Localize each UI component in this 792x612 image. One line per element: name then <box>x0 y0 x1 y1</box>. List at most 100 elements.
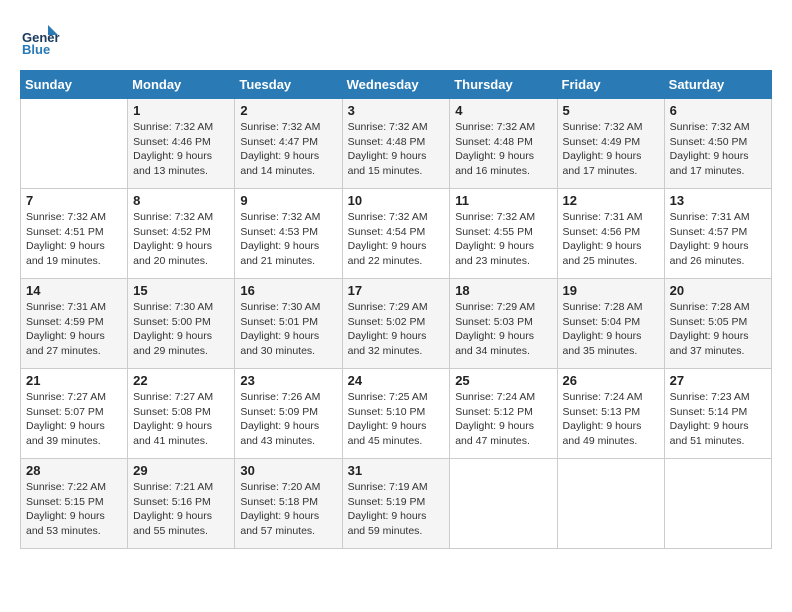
day-number: 22 <box>133 373 229 388</box>
header: General Blue <box>20 20 772 60</box>
day-number: 25 <box>455 373 551 388</box>
day-info: Sunrise: 7:32 AMSunset: 4:55 PMDaylight:… <box>455 210 551 269</box>
day-info: Sunrise: 7:31 AMSunset: 4:56 PMDaylight:… <box>563 210 659 269</box>
calendar-cell: 28 Sunrise: 7:22 AMSunset: 5:15 PMDayligh… <box>21 459 128 549</box>
calendar-cell: 17 Sunrise: 7:29 AMSunset: 5:02 PMDayligh… <box>342 279 450 369</box>
day-number: 12 <box>563 193 659 208</box>
calendar-week-4: 21Sunrise: 7:27 AMSunset: 5:07 PMDayligh… <box>21 369 772 459</box>
day-number: 8 <box>133 193 229 208</box>
day-info: Sunrise: 7:32 AMSunset: 4:53 PMDaylight:… <box>240 210 336 269</box>
calendar-cell: 21Sunrise: 7:27 AMSunset: 5:07 PMDayligh… <box>21 369 128 459</box>
day-info: Sunrise: 7:24 AMSunset: 5:13 PMDaylight:… <box>563 390 659 449</box>
day-number: 29 <box>133 463 229 478</box>
weekday-thursday: Thursday <box>450 71 557 99</box>
day-number: 1 <box>133 103 229 118</box>
day-number: 18 <box>455 283 551 298</box>
weekday-friday: Friday <box>557 71 664 99</box>
calendar-cell: 5 Sunrise: 7:32 AMSunset: 4:49 PMDaylight… <box>557 99 664 189</box>
day-info: Sunrise: 7:23 AMSunset: 5:14 PMDaylight:… <box>670 390 766 449</box>
calendar-cell <box>557 459 664 549</box>
weekday-sunday: Sunday <box>21 71 128 99</box>
day-number: 3 <box>348 103 445 118</box>
day-number: 5 <box>563 103 659 118</box>
day-info: Sunrise: 7:31 AMSunset: 4:59 PMDaylight:… <box>26 300 122 359</box>
calendar-cell: 6 Sunrise: 7:32 AMSunset: 4:50 PMDaylight… <box>664 99 771 189</box>
day-number: 6 <box>670 103 766 118</box>
day-number: 20 <box>670 283 766 298</box>
day-number: 4 <box>455 103 551 118</box>
calendar-cell: 15 Sunrise: 7:30 AMSunset: 5:00 PMDayligh… <box>128 279 235 369</box>
day-info: Sunrise: 7:25 AMSunset: 5:10 PMDaylight:… <box>348 390 445 449</box>
logo: General Blue <box>20 20 64 60</box>
weekday-header-row: SundayMondayTuesdayWednesdayThursdayFrid… <box>21 71 772 99</box>
calendar-cell: 1 Sunrise: 7:32 AMSunset: 4:46 PMDaylight… <box>128 99 235 189</box>
day-info: Sunrise: 7:32 AMSunset: 4:52 PMDaylight:… <box>133 210 229 269</box>
calendar-week-1: 1 Sunrise: 7:32 AMSunset: 4:46 PMDaylight… <box>21 99 772 189</box>
calendar-cell: 12 Sunrise: 7:31 AMSunset: 4:56 PMDayligh… <box>557 189 664 279</box>
day-number: 13 <box>670 193 766 208</box>
day-number: 31 <box>348 463 445 478</box>
day-number: 23 <box>240 373 336 388</box>
calendar-cell: 8 Sunrise: 7:32 AMSunset: 4:52 PMDaylight… <box>128 189 235 279</box>
calendar-cell: 16Sunrise: 7:30 AMSunset: 5:01 PMDayligh… <box>235 279 342 369</box>
calendar-cell: 26Sunrise: 7:24 AMSunset: 5:13 PMDayligh… <box>557 369 664 459</box>
day-info: Sunrise: 7:32 AMSunset: 4:46 PMDaylight:… <box>133 120 229 179</box>
calendar-cell: 22 Sunrise: 7:27 AMSunset: 5:08 PMDayligh… <box>128 369 235 459</box>
calendar-cell: 20Sunrise: 7:28 AMSunset: 5:05 PMDayligh… <box>664 279 771 369</box>
calendar-cell: 29 Sunrise: 7:21 AMSunset: 5:16 PMDayligh… <box>128 459 235 549</box>
calendar-cell: 2 Sunrise: 7:32 AMSunset: 4:47 PMDaylight… <box>235 99 342 189</box>
day-number: 30 <box>240 463 336 478</box>
calendar-cell: 23 Sunrise: 7:26 AMSunset: 5:09 PMDayligh… <box>235 369 342 459</box>
day-info: Sunrise: 7:30 AMSunset: 5:00 PMDaylight:… <box>133 300 229 359</box>
weekday-wednesday: Wednesday <box>342 71 450 99</box>
day-number: 28 <box>26 463 122 478</box>
day-number: 27 <box>670 373 766 388</box>
day-info: Sunrise: 7:32 AMSunset: 4:49 PMDaylight:… <box>563 120 659 179</box>
day-number: 14 <box>26 283 122 298</box>
calendar-cell <box>450 459 557 549</box>
calendar-cell: 30Sunrise: 7:20 AMSunset: 5:18 PMDayligh… <box>235 459 342 549</box>
calendar-cell: 25Sunrise: 7:24 AMSunset: 5:12 PMDayligh… <box>450 369 557 459</box>
calendar-cell: 3Sunrise: 7:32 AMSunset: 4:48 PMDaylight… <box>342 99 450 189</box>
calendar-cell: 13Sunrise: 7:31 AMSunset: 4:57 PMDayligh… <box>664 189 771 279</box>
day-info: Sunrise: 7:21 AMSunset: 5:16 PMDaylight:… <box>133 480 229 539</box>
calendar-week-3: 14 Sunrise: 7:31 AMSunset: 4:59 PMDayligh… <box>21 279 772 369</box>
day-number: 2 <box>240 103 336 118</box>
day-info: Sunrise: 7:26 AMSunset: 5:09 PMDaylight:… <box>240 390 336 449</box>
day-info: Sunrise: 7:32 AMSunset: 4:48 PMDaylight:… <box>455 120 551 179</box>
calendar-cell <box>664 459 771 549</box>
calendar-cell: 27 Sunrise: 7:23 AMSunset: 5:14 PMDayligh… <box>664 369 771 459</box>
calendar-cell: 4 Sunrise: 7:32 AMSunset: 4:48 PMDaylight… <box>450 99 557 189</box>
day-number: 7 <box>26 193 122 208</box>
day-info: Sunrise: 7:32 AMSunset: 4:54 PMDaylight:… <box>348 210 445 269</box>
day-info: Sunrise: 7:29 AMSunset: 5:02 PMDaylight:… <box>348 300 445 359</box>
day-info: Sunrise: 7:32 AMSunset: 4:50 PMDaylight:… <box>670 120 766 179</box>
weekday-tuesday: Tuesday <box>235 71 342 99</box>
calendar-cell: 31Sunrise: 7:19 AMSunset: 5:19 PMDayligh… <box>342 459 450 549</box>
calendar-cell <box>21 99 128 189</box>
day-number: 11 <box>455 193 551 208</box>
day-number: 15 <box>133 283 229 298</box>
day-info: Sunrise: 7:22 AMSunset: 5:15 PMDaylight:… <box>26 480 122 539</box>
calendar-cell: 11 Sunrise: 7:32 AMSunset: 4:55 PMDayligh… <box>450 189 557 279</box>
day-info: Sunrise: 7:32 AMSunset: 4:47 PMDaylight:… <box>240 120 336 179</box>
calendar-cell: 9Sunrise: 7:32 AMSunset: 4:53 PMDaylight… <box>235 189 342 279</box>
day-number: 10 <box>348 193 445 208</box>
calendar-cell: 7Sunrise: 7:32 AMSunset: 4:51 PMDaylight… <box>21 189 128 279</box>
weekday-monday: Monday <box>128 71 235 99</box>
calendar-table: SundayMondayTuesdayWednesdayThursdayFrid… <box>20 70 772 549</box>
weekday-saturday: Saturday <box>664 71 771 99</box>
day-info: Sunrise: 7:27 AMSunset: 5:08 PMDaylight:… <box>133 390 229 449</box>
calendar-cell: 14 Sunrise: 7:31 AMSunset: 4:59 PMDayligh… <box>21 279 128 369</box>
calendar-cell: 10 Sunrise: 7:32 AMSunset: 4:54 PMDayligh… <box>342 189 450 279</box>
day-number: 24 <box>348 373 445 388</box>
calendar-week-2: 7Sunrise: 7:32 AMSunset: 4:51 PMDaylight… <box>21 189 772 279</box>
day-number: 17 <box>348 283 445 298</box>
day-info: Sunrise: 7:27 AMSunset: 5:07 PMDaylight:… <box>26 390 122 449</box>
calendar-cell: 18Sunrise: 7:29 AMSunset: 5:03 PMDayligh… <box>450 279 557 369</box>
calendar-week-5: 28 Sunrise: 7:22 AMSunset: 5:15 PMDayligh… <box>21 459 772 549</box>
svg-text:Blue: Blue <box>22 42 50 57</box>
calendar-body: 1 Sunrise: 7:32 AMSunset: 4:46 PMDaylight… <box>21 99 772 549</box>
day-number: 16 <box>240 283 336 298</box>
calendar-cell: 24 Sunrise: 7:25 AMSunset: 5:10 PMDayligh… <box>342 369 450 459</box>
